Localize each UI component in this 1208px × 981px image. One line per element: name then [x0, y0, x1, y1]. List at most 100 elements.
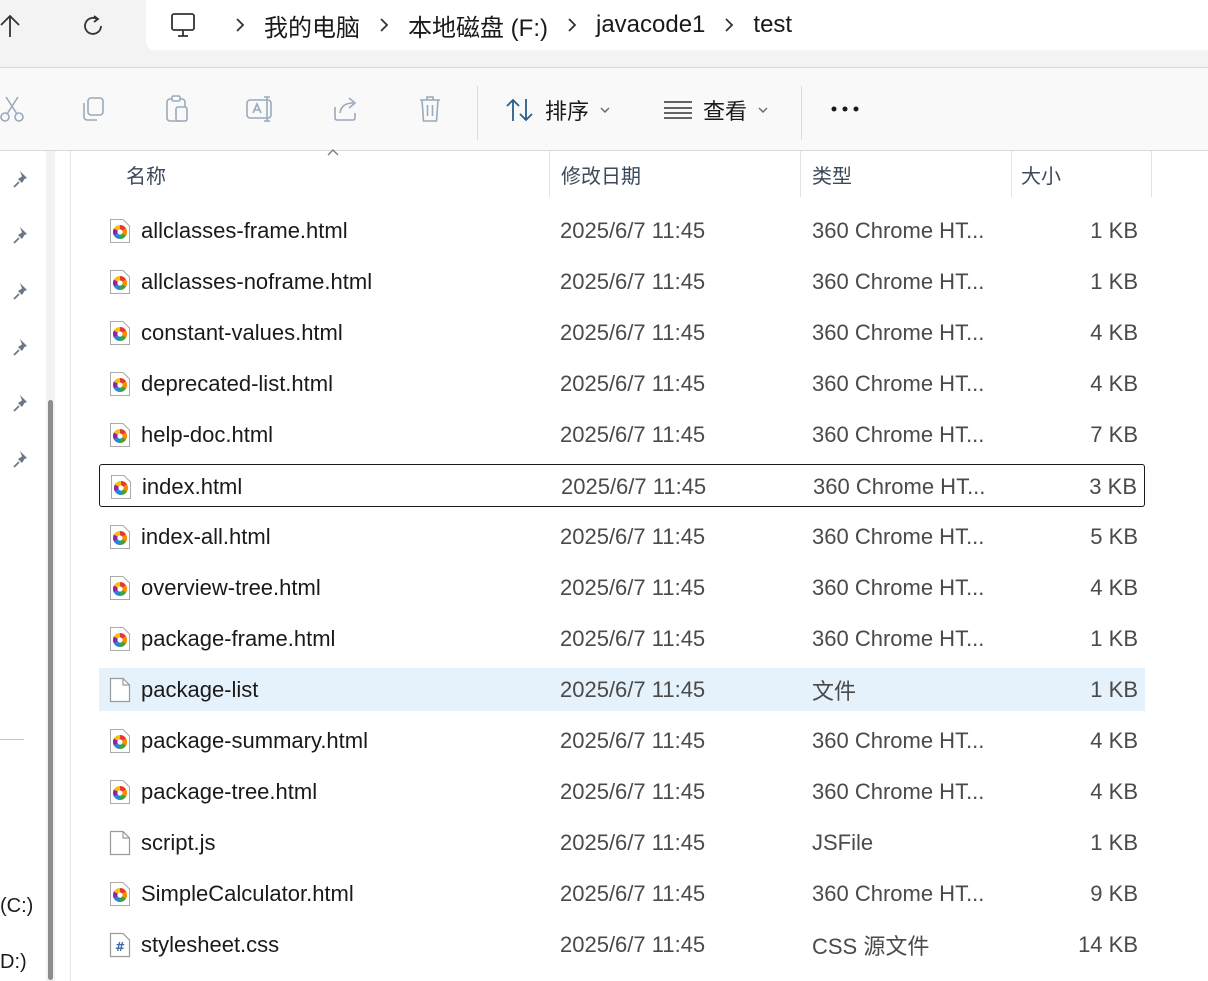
css-file-icon: #	[108, 923, 132, 966]
file-row[interactable]: package-list 2025/6/7 11:45 文件 1 KB	[99, 668, 1145, 711]
file-type: 360 Chrome HT...	[812, 217, 985, 243]
pin-icon[interactable]	[10, 391, 34, 415]
breadcrumb-chevron-icon[interactable]	[552, 17, 592, 33]
file-size: 3 KB	[1089, 473, 1137, 499]
refresh-icon	[84, 15, 102, 35]
file-name: constant-values.html	[141, 319, 343, 345]
chrome-html-icon	[108, 362, 132, 405]
copy-button[interactable]	[76, 92, 110, 126]
file-name: help-doc.html	[141, 421, 274, 447]
more-options-button[interactable]	[828, 92, 862, 126]
file-row[interactable]: package-tree.html 2025/6/7 11:45 360 Chrom…	[99, 770, 1145, 813]
column-separator[interactable]	[1011, 151, 1012, 197]
file-row[interactable]: package-summary.html 2025/6/7 11:45 360 Ch…	[99, 719, 1145, 762]
file-type: 360 Chrome HT...	[812, 421, 985, 447]
file-size: 1 KB	[1090, 829, 1138, 855]
file-date: 2025/6/7 11:45	[560, 931, 706, 957]
chrome-html-icon	[108, 311, 132, 354]
nav-drive-d[interactable]: D:)	[0, 951, 27, 974]
column-header-date[interactable]: 修改日期	[561, 151, 641, 197]
file-row[interactable]: package-frame.html 2025/6/7 11:45 360 Chro…	[99, 617, 1145, 660]
chrome-html-icon	[108, 770, 132, 813]
column-header-size[interactable]: 大小	[1021, 151, 1061, 197]
more-icon	[831, 106, 859, 112]
file-row[interactable]: index-all.html 2025/6/7 11:45 360 Chrome H…	[99, 515, 1145, 558]
nav-drive-c[interactable]: (C:)	[0, 895, 33, 918]
file-size: 7 KB	[1090, 421, 1138, 447]
chrome-html-icon	[108, 413, 132, 456]
pin-icon[interactable]	[10, 223, 34, 247]
file-row[interactable]: script.js 2025/6/7 11:45 JSFile 1 KB	[99, 821, 1145, 864]
file-size: 4 KB	[1090, 574, 1138, 600]
file-date: 2025/6/7 11:45	[560, 727, 706, 753]
file-date: 2025/6/7 11:45	[560, 319, 706, 345]
file-type: 360 Chrome HT...	[812, 880, 985, 906]
file-size: 5 KB	[1090, 523, 1138, 549]
crumb-drive-f[interactable]: 本地磁盘 (F:)	[404, 8, 552, 43]
file-type: CSS 源文件	[812, 933, 930, 959]
file-size: 14 KB	[1078, 931, 1138, 957]
file-date: 2025/6/7 11:45	[561, 473, 707, 499]
breadcrumb-chevron-icon[interactable]	[220, 17, 260, 33]
paste-button[interactable]	[160, 92, 194, 126]
address-bar-row: 我的电脑 本地磁盘 (F:) javacode1 test	[0, 0, 1208, 68]
sort-ascending-icon	[327, 149, 339, 156]
nav-scrollbar-thumb[interactable]	[48, 400, 53, 980]
copy-icon	[83, 97, 104, 121]
file-row[interactable]: # stylesheet.css 2025/6/7 11:45 CSS 源文件 14 K…	[99, 923, 1145, 966]
pin-icon[interactable]	[10, 447, 34, 471]
share-button[interactable]	[329, 92, 363, 126]
file-row[interactable]: SimpleCalculator.html 2025/6/7 11:45 360 C…	[99, 872, 1145, 915]
rename-button[interactable]	[244, 92, 278, 126]
column-header-name[interactable]: 名称	[126, 151, 166, 197]
file-row[interactable]: allclasses-noframe.html 2025/6/7 11:45 360…	[99, 260, 1145, 303]
crumb-test[interactable]: test	[749, 11, 796, 39]
breadcrumb-chevron-icon[interactable]	[364, 17, 404, 33]
file-size: 1 KB	[1090, 217, 1138, 243]
column-separator[interactable]	[549, 151, 550, 197]
file-type: 360 Chrome HT...	[812, 574, 985, 600]
chevron-down-icon	[600, 107, 610, 113]
crumb-my-computer[interactable]: 我的电脑	[260, 8, 364, 43]
file-name: package-frame.html	[141, 625, 336, 651]
file-name: script.js	[141, 829, 216, 855]
crumb-javacode1[interactable]: javacode1	[592, 11, 709, 39]
command-bar: 排序 查看	[0, 68, 1208, 151]
blank-file-icon	[108, 668, 132, 711]
file-name: index-all.html	[141, 523, 271, 549]
file-date: 2025/6/7 11:45	[560, 829, 706, 855]
file-size: 4 KB	[1090, 319, 1138, 345]
column-separator[interactable]	[1151, 151, 1152, 197]
refresh-button[interactable]	[73, 6, 113, 46]
file-date: 2025/6/7 11:45	[560, 574, 706, 600]
file-date: 2025/6/7 11:45	[560, 523, 706, 549]
file-type: 360 Chrome HT...	[812, 625, 985, 651]
view-button[interactable]: 查看	[663, 94, 769, 126]
breadcrumb-chevron-icon[interactable]	[709, 17, 749, 33]
file-type: 360 Chrome HT...	[812, 319, 985, 345]
pin-icon[interactable]	[10, 335, 34, 359]
cut-button[interactable]	[0, 92, 29, 126]
file-row[interactable]: deprecated-list.html 2025/6/7 11:45 360 Ch…	[99, 362, 1145, 405]
delete-button[interactable]	[413, 92, 447, 126]
chrome-html-icon	[108, 872, 132, 915]
file-row[interactable]: allclasses-frame.html 2025/6/7 11:45 360 C…	[99, 209, 1145, 252]
file-name: overview-tree.html	[141, 574, 321, 600]
up-button[interactable]	[0, 6, 30, 46]
file-date: 2025/6/7 11:45	[560, 778, 706, 804]
this-pc-crumb[interactable]	[146, 11, 220, 39]
pin-icon[interactable]	[10, 167, 34, 191]
file-date: 2025/6/7 11:45	[560, 217, 706, 243]
file-row[interactable]: help-doc.html 2025/6/7 11:45 360 Chrome HT…	[99, 413, 1145, 456]
file-row[interactable]: constant-values.html 2025/6/7 11:45 360 Ch…	[99, 311, 1145, 354]
chrome-html-icon	[109, 465, 133, 508]
column-separator[interactable]	[800, 151, 801, 197]
file-row[interactable]: overview-tree.html 2025/6/7 11:45 360 Chro…	[99, 566, 1145, 609]
file-type: 360 Chrome HT...	[812, 268, 985, 294]
file-size: 1 KB	[1090, 268, 1138, 294]
file-row[interactable]: index.html 2025/6/7 11:45 360 Chrome HT...…	[99, 464, 1145, 507]
address-bar[interactable]: 我的电脑 本地磁盘 (F:) javacode1 test	[146, 0, 1208, 50]
column-header-type[interactable]: 类型	[812, 151, 852, 197]
pin-icon[interactable]	[10, 279, 34, 303]
sort-button[interactable]: 排序	[505, 94, 611, 126]
